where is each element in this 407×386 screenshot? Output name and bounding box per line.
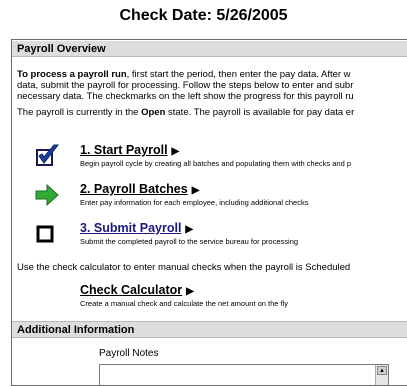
- state-value: Open: [141, 107, 166, 118]
- play-arrow-icon: ▶: [191, 185, 200, 196]
- play-arrow-icon: ▶: [171, 146, 180, 157]
- payroll-overview-header: Payroll Overview: [12, 40, 407, 57]
- submit-payroll-desc: Submit the completed payroll to the serv…: [80, 237, 299, 246]
- check-calculator-desc: Create a manual check and calculate the …: [80, 299, 289, 308]
- intro-bold: To process a payroll run: [17, 69, 127, 80]
- check-date-title: Check Date: 5/26/2005: [119, 7, 288, 24]
- payroll-notes-label: Payroll Notes: [99, 348, 159, 359]
- payroll-state-text: The payroll is currently in the Open sta…: [17, 107, 354, 118]
- payroll-notes-textarea[interactable]: ▲: [99, 364, 389, 385]
- intro-line-2: data, submit the payroll for processing.…: [17, 80, 354, 91]
- checkmark-icon: [35, 143, 60, 166]
- arrow-right-icon: [35, 183, 59, 207]
- payroll-batches-label: 2. Payroll Batches: [80, 182, 188, 196]
- state-prefix: The payroll is currently in the: [17, 107, 142, 118]
- calculator-intro-text: Use the check calculator to enter manual…: [17, 262, 351, 273]
- start-payroll-link[interactable]: 1. Start Payroll ▶: [80, 143, 179, 157]
- submit-payroll-link[interactable]: 3. Submit Payroll ▶: [80, 221, 193, 235]
- additional-information-header: Additional Information: [12, 321, 407, 338]
- submit-payroll-label: 3. Submit Payroll: [80, 221, 182, 235]
- check-calculator-label: Check Calculator: [80, 283, 183, 297]
- start-payroll-desc: Begin payroll cycle by creating all batc…: [80, 159, 351, 168]
- payroll-panel: Payroll Overview To process a payroll ru…: [11, 39, 407, 386]
- play-arrow-icon: ▶: [185, 224, 194, 235]
- intro-text: To process a payroll run, first start th…: [17, 69, 354, 102]
- check-calculator-link[interactable]: Check Calculator ▶: [80, 283, 194, 297]
- start-payroll-label: 1. Start Payroll: [80, 143, 168, 157]
- scroll-up-icon[interactable]: ▲: [377, 366, 387, 375]
- intro-line-1: To process a payroll run, first start th…: [17, 69, 354, 80]
- payroll-batches-link[interactable]: 2. Payroll Batches ▶: [80, 182, 199, 196]
- state-suffix: state. The payroll is available for pay …: [165, 107, 355, 118]
- intro-line-1-rest: , first start the period, then enter the…: [126, 69, 351, 80]
- empty-square-icon: [35, 224, 57, 246]
- intro-line-3: necessary data. The checkmarks on the le…: [17, 91, 354, 102]
- play-arrow-icon: ▶: [186, 286, 194, 297]
- payroll-batches-desc: Enter pay information for each employee,…: [80, 198, 309, 207]
